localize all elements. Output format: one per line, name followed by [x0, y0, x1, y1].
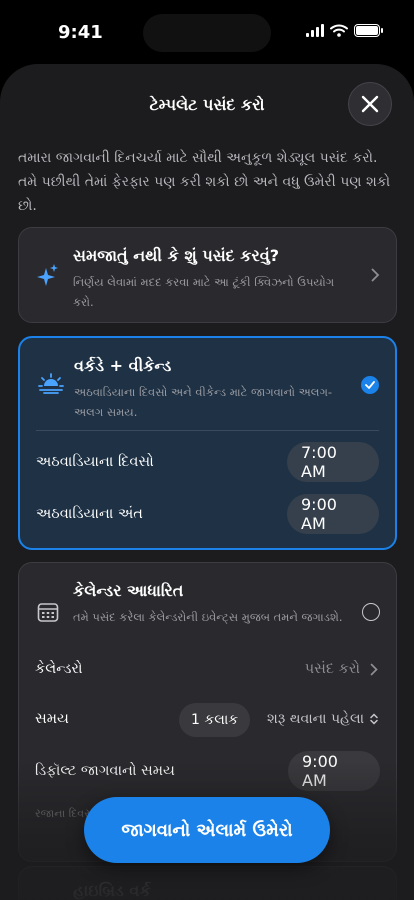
chevron-right-icon [370, 663, 378, 675]
selected-check-icon [361, 376, 379, 394]
quiz-help-subtitle: નિર્ણય લેવામાં મદદ કરવા માટે આ ટૂંકી ક્વ… [73, 275, 335, 309]
calendar-icon [37, 603, 59, 622]
sparkles-icon [37, 264, 58, 286]
sunrise-icon [38, 373, 64, 394]
calendar-based-subtitle: તમે પસંદ કરેલા કેલેન્ડરોની ઇવેન્ટ્સ મુજબ… [73, 610, 343, 624]
status-time: 9:41 [58, 22, 103, 43]
quiz-help-title: સમજાતું નથી કે શું પસંદ કરવું? [73, 246, 279, 265]
offset-relation-select[interactable]: શરૂ થવાના પહેલા [267, 711, 378, 727]
weekday-weekend-card[interactable]: વર્કડે + વીકેન્ડ અઠવાડિયાના દિવસો અને વી… [18, 336, 397, 550]
calendars-label: કેલેન્ડરો [35, 661, 83, 677]
close-icon [361, 95, 379, 113]
weekdays-time-button[interactable]: 7:00 AM [287, 442, 379, 482]
cellular-signal-icon [306, 24, 324, 37]
unselected-radio-icon[interactable] [362, 603, 380, 621]
wifi-icon [330, 24, 348, 37]
chevron-up-down-icon [370, 713, 378, 725]
status-icons [306, 24, 383, 37]
close-button[interactable] [348, 82, 392, 126]
calendars-value: પસંદ કરો [304, 661, 360, 677]
battery-icon [354, 24, 383, 37]
weekday-weekend-subtitle: અઠવાડિયાના દિવસો અને વીકેન્ડ માટે જાગવાન… [74, 385, 333, 419]
weekday-weekend-title: વર્કડે + વીકેન્ડ [74, 356, 172, 375]
calendars-select[interactable]: પસંદ કરો [305, 661, 378, 677]
holiday-partial-text: રજાના દિવસ [35, 807, 94, 820]
dynamic-island [143, 14, 271, 52]
template-sheet: ટેમ્પલેટ પસંદ કરો તમારા જાગવાની દિનચર્યા… [0, 64, 414, 900]
default-wake-time-button[interactable]: 9:00 AM [288, 751, 380, 791]
hybrid-work-title: હાઇબ્રિડ વર્ક [73, 881, 151, 900]
weekdays-label: અઠવાડિયાના દિવસો [36, 454, 154, 470]
chevron-right-icon [371, 268, 380, 282]
weekend-label: અઠવાડિયાના અંત [36, 506, 143, 522]
quiz-help-card[interactable]: સમજાતું નથી કે શું પસંદ કરવું? નિર્ણય લે… [18, 227, 397, 323]
weekend-time-button[interactable]: 9:00 AM [287, 494, 379, 534]
status-bar: 9:41 [0, 0, 414, 64]
offset-hours-button[interactable]: 1 કલાક [179, 703, 251, 737]
default-wake-label: ડિફૉલ્ટ જાગવાનો સમય [35, 763, 175, 779]
hybrid-work-card[interactable]: હાઇબ્રિડ વર્ક [18, 866, 397, 900]
calendar-based-title: કેલેન્ડર આધારિત [73, 581, 184, 600]
offset-relation-value: શરૂ થવાના પહેલા [267, 711, 364, 727]
add-wake-alarm-button[interactable]: જાગવાનો એલાર્મ ઉમેરો [84, 797, 330, 863]
sheet-description: તમારા જાગવાની દિનચર્યા માટે સૌથી અનુકૂળ … [18, 150, 391, 214]
card-divider [36, 430, 379, 431]
time-label: સમય [35, 711, 69, 727]
